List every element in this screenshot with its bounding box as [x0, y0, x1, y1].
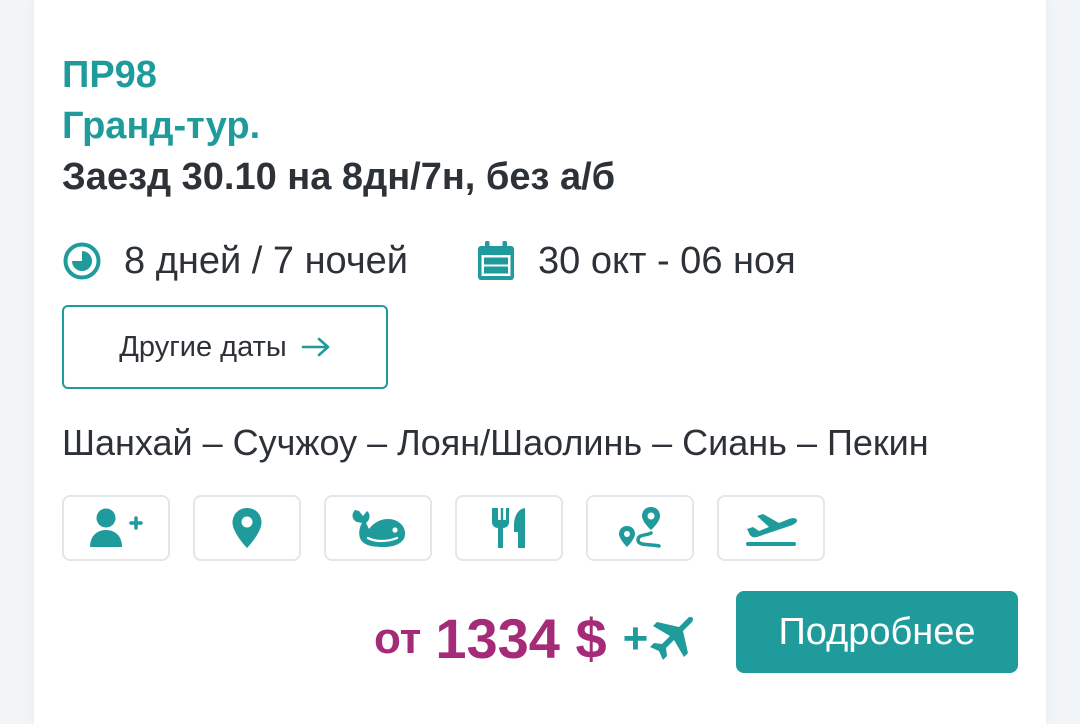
tour-duration: 8 дней / 7 ночей — [62, 238, 408, 284]
tour-card: ПР98 Гранд-тур. Заезд 30.10 на 8дн/7н, б… — [34, 0, 1046, 724]
details-button[interactable]: Подробнее — [736, 591, 1018, 673]
dates-text: 30 окт - 06 ноя — [538, 239, 796, 282]
tour-subtitle: Заезд 30.10 на 8дн/7н, без а/б — [62, 156, 616, 198]
feature-route[interactable] — [586, 495, 694, 561]
fork-knife-icon — [492, 508, 525, 548]
other-dates-button[interactable]: Другие даты — [62, 305, 388, 389]
feature-meals[interactable] — [455, 495, 563, 561]
tour-route: Шанхай – Сучжоу – Лоян/Шаолинь – Сиань –… — [62, 422, 929, 463]
tour-code: ПР98 — [62, 54, 157, 96]
add-person-icon — [90, 508, 143, 547]
duration-text: 8 дней / 7 ночей — [124, 239, 409, 282]
feature-add-person[interactable] — [62, 495, 170, 561]
tour-dates: 30 окт - 06 ноя — [476, 238, 796, 284]
clock-icon — [62, 241, 102, 281]
price-amount: 1334 $ — [435, 607, 607, 670]
location-pin-icon — [232, 508, 262, 548]
other-dates-label: Другие даты — [119, 330, 287, 363]
route-icon — [619, 507, 661, 548]
feature-location[interactable] — [193, 495, 301, 561]
price-flight-plus: + — [622, 613, 649, 663]
calendar-icon — [476, 240, 516, 282]
plane-departure-icon — [746, 514, 798, 546]
whale-icon — [352, 510, 406, 547]
feature-flight[interactable] — [717, 495, 825, 561]
price: от 1334 $ + — [374, 606, 696, 671]
airplane-icon — [646, 614, 696, 664]
feature-sea[interactable] — [324, 495, 432, 561]
tour-name: Гранд-тур. — [62, 105, 261, 147]
feature-icons — [62, 495, 825, 561]
price-prefix: от — [374, 613, 422, 663]
arrow-right-icon — [301, 336, 331, 358]
